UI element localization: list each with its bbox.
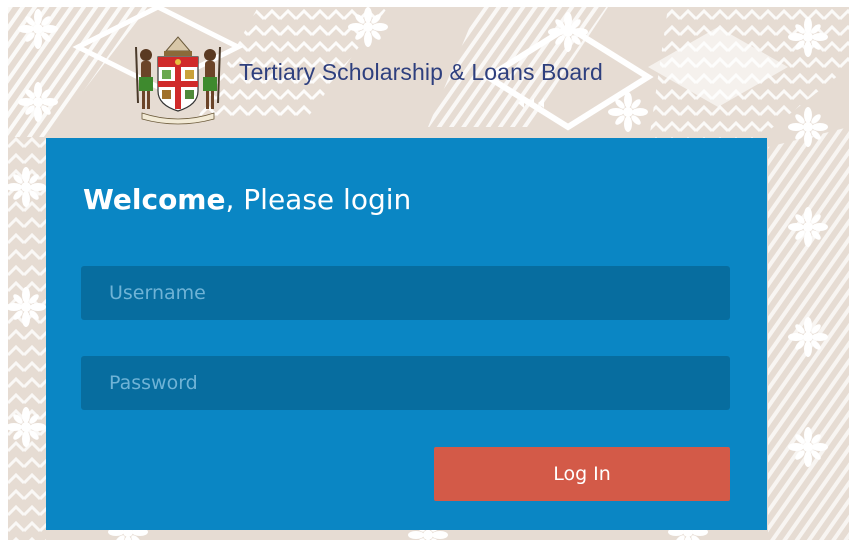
login-button[interactable]: Log In	[434, 447, 730, 501]
site-header: Tertiary Scholarship & Loans Board	[8, 7, 849, 137]
page-frame: Tertiary Scholarship & Loans Board Welco…	[8, 7, 849, 540]
welcome-rest-text: , Please login	[225, 183, 412, 216]
organization-name: Tertiary Scholarship & Loans Board	[239, 59, 603, 85]
password-input[interactable]	[81, 356, 730, 410]
username-input[interactable]	[81, 266, 730, 320]
login-heading: Welcome, Please login	[83, 180, 411, 220]
fiji-coat-of-arms-icon	[135, 36, 221, 125]
login-panel: Welcome, Please login Log In	[46, 138, 767, 530]
welcome-bold-text: Welcome	[83, 183, 226, 216]
